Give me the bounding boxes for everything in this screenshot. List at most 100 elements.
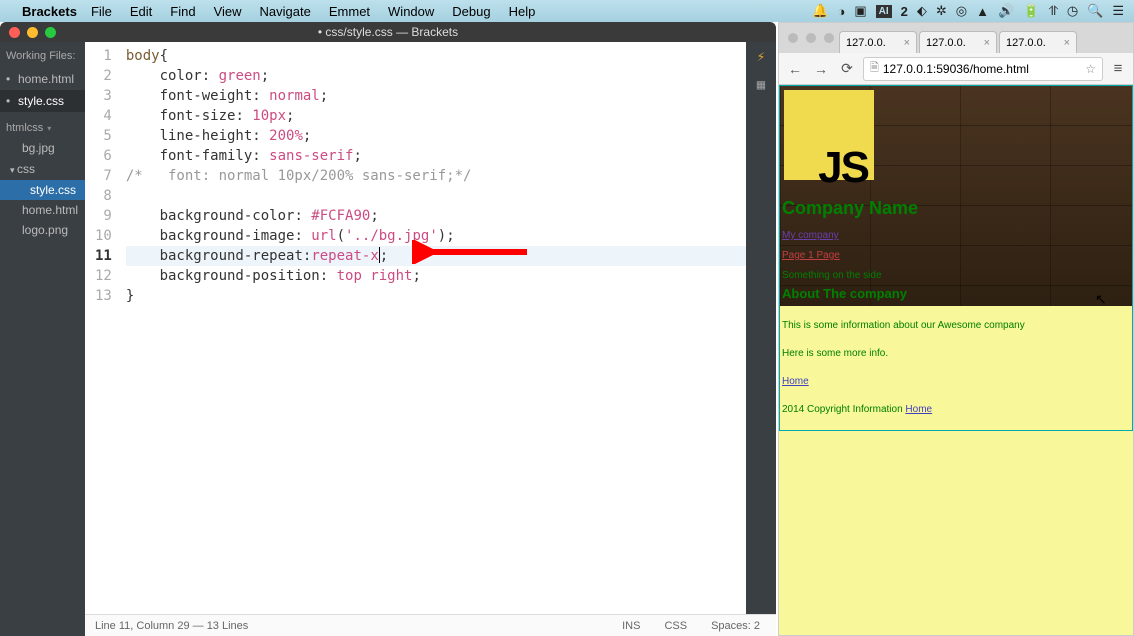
link-home-2[interactable]: Home xyxy=(905,404,932,415)
working-file-home[interactable]: home.html xyxy=(0,68,85,90)
tab-label: 127.0.0. xyxy=(1006,37,1046,49)
menu-help[interactable]: Help xyxy=(509,4,536,19)
menu-edit[interactable]: Edit xyxy=(130,4,152,19)
bookmark-icon[interactable]: ☆ xyxy=(1085,62,1096,76)
browser-zoom-icon[interactable] xyxy=(824,33,834,43)
status-spaces[interactable]: Spaces: 2 xyxy=(705,620,766,632)
brackets-window: • css/style.css — Brackets Working Files… xyxy=(0,22,776,636)
status-gear-icon[interactable]: ✲ xyxy=(936,3,947,19)
editor[interactable]: 12345678910111213 body{ color: green; fo… xyxy=(85,42,776,636)
browser-close-icon[interactable] xyxy=(788,33,798,43)
right-rail: ⚡ ▦ xyxy=(746,42,776,614)
status-menu-icon[interactable]: ☰ xyxy=(1112,3,1124,19)
link-company[interactable]: My company xyxy=(780,226,882,246)
extension-icon[interactable]: ▦ xyxy=(752,76,770,94)
status-cursor: Line 11, Column 29 — 13 Lines xyxy=(95,620,604,632)
company-name: Company Name xyxy=(782,198,918,218)
status-lang[interactable]: CSS xyxy=(658,620,693,632)
status-ins[interactable]: INS xyxy=(616,620,646,632)
page-body: This is some information about our Aweso… xyxy=(780,306,1132,430)
status-wifi-icon[interactable]: ⥣ xyxy=(1048,3,1057,19)
code-line[interactable]: color: green; xyxy=(126,66,746,86)
code-line[interactable]: line-height: 200%; xyxy=(126,126,746,146)
status-battery-icon[interactable]: 🔋 xyxy=(1023,3,1039,19)
menu-emmet[interactable]: Emmet xyxy=(329,4,370,19)
browser-toolbar: ← → ⟳ 🗎 127.0.0.1:59036/home.html ☆ ≡ xyxy=(779,53,1133,85)
working-file-style[interactable]: style.css xyxy=(0,90,85,112)
copyright: 2014 Copyright Information Home xyxy=(782,400,1130,420)
back-icon[interactable]: ← xyxy=(785,61,805,77)
close-icon[interactable] xyxy=(9,27,20,38)
code-line[interactable]: background-repeat:repeat-x; xyxy=(126,246,746,266)
minimize-icon[interactable] xyxy=(27,27,38,38)
status-volume-icon[interactable]: 🔊 xyxy=(998,3,1014,19)
code-line[interactable]: font-family: sans-serif; xyxy=(126,146,746,166)
menu-navigate[interactable]: Navigate xyxy=(260,4,311,19)
project-label[interactable]: htmlcss xyxy=(0,112,85,138)
tab-close-icon[interactable]: × xyxy=(904,37,910,49)
browser-tab-1[interactable]: 127.0.0. × xyxy=(919,31,997,53)
status-bell-icon[interactable]: 🔔 xyxy=(812,3,828,19)
para-2: Here is some more info. xyxy=(782,344,1130,364)
tree-stylecss[interactable]: style.css xyxy=(0,180,85,200)
tree-logopng[interactable]: logo.png xyxy=(0,220,85,240)
browser-window: 127.0.0. × 127.0.0. × 127.0.0. × ← → ⟳ 🗎 12… xyxy=(778,22,1134,636)
live-preview-icon[interactable]: ⚡ xyxy=(752,48,770,66)
status-adobe-icon[interactable]: AI xyxy=(876,5,892,18)
browser-tab-2[interactable]: 127.0.0. × xyxy=(999,31,1077,53)
titlebar: • css/style.css — Brackets xyxy=(0,22,776,42)
tree-homehtml[interactable]: home.html xyxy=(0,200,85,220)
code-line[interactable]: } xyxy=(126,286,746,306)
url-text: 127.0.0.1:59036/home.html xyxy=(883,62,1029,76)
rendered-page: JS Company Name My company Page 1 Page S… xyxy=(779,85,1133,635)
code-area[interactable]: body{ color: green; font-weight: normal;… xyxy=(124,42,746,614)
status-num-icon[interactable]: 2 xyxy=(901,4,908,19)
status-cloud-icon[interactable]: ◑ xyxy=(837,4,845,19)
tab-label: 127.0.0. xyxy=(846,37,886,49)
js-logo: JS xyxy=(784,90,874,180)
link-home-1[interactable]: Home xyxy=(782,376,809,387)
mac-menubar: Brackets File Edit Find View Navigate Em… xyxy=(0,0,1134,22)
address-bar[interactable]: 🗎 127.0.0.1:59036/home.html ☆ xyxy=(863,57,1103,81)
code-line[interactable]: background-position: top right; xyxy=(126,266,746,286)
code-line[interactable]: body{ xyxy=(126,46,746,66)
browser-min-icon[interactable] xyxy=(806,33,816,43)
status-dropbox-icon[interactable]: ⬖ xyxy=(917,3,927,19)
menu-window[interactable]: Window xyxy=(388,4,434,19)
page-header: JS Company Name My company Page 1 Page S… xyxy=(780,86,1132,306)
code-line[interactable]: font-size: 10px; xyxy=(126,106,746,126)
window-title: • css/style.css — Brackets xyxy=(318,25,458,39)
app-name[interactable]: Brackets xyxy=(22,4,77,19)
about-heading: About The company xyxy=(782,284,907,304)
browser-tab-0[interactable]: 127.0.0. × xyxy=(839,31,917,53)
status-search-icon[interactable]: 🔍 xyxy=(1087,3,1103,19)
menu-debug[interactable]: Debug xyxy=(452,4,490,19)
sidebar: Working Files: home.html style.css htmlc… xyxy=(0,42,85,636)
menu-view[interactable]: View xyxy=(214,4,242,19)
forward-icon[interactable]: → xyxy=(811,61,831,77)
status-drive-icon[interactable]: ◎ xyxy=(956,3,967,19)
zoom-icon[interactable] xyxy=(45,27,56,38)
menu-find[interactable]: Find xyxy=(170,4,195,19)
tab-close-icon[interactable]: × xyxy=(1064,37,1070,49)
line-numbers: 12345678910111213 xyxy=(85,42,124,614)
link-page-title[interactable]: Page 1 Page xyxy=(780,246,882,266)
browser-tabbar: 127.0.0. × 127.0.0. × 127.0.0. × xyxy=(779,23,1133,53)
menu-file[interactable]: File xyxy=(91,4,112,19)
tab-label: 127.0.0. xyxy=(926,37,966,49)
statusbar: Line 11, Column 29 — 13 Lines INS CSS Sp… xyxy=(85,614,776,636)
page-icon: 🗎 xyxy=(870,59,879,78)
tree-folder-css[interactable]: css xyxy=(0,158,85,180)
status-display-icon[interactable]: ▣ xyxy=(854,3,866,19)
tree-bg[interactable]: bg.jpg xyxy=(0,138,85,158)
tab-close-icon[interactable]: × xyxy=(984,37,990,49)
code-line[interactable]: background-image: url('../bg.jpg'); xyxy=(126,226,746,246)
code-line[interactable] xyxy=(126,186,746,206)
status-triangle-icon[interactable]: ▲ xyxy=(976,4,989,19)
code-line[interactable]: /* font: normal 10px/200% sans-serif;*/ xyxy=(126,166,746,186)
reload-icon[interactable]: ⟳ xyxy=(837,60,857,77)
status-clock-icon[interactable]: ◷ xyxy=(1067,3,1078,19)
code-line[interactable]: background-color: #FCFA90; xyxy=(126,206,746,226)
hamburger-icon[interactable]: ≡ xyxy=(1109,60,1127,77)
code-line[interactable]: font-weight: normal; xyxy=(126,86,746,106)
